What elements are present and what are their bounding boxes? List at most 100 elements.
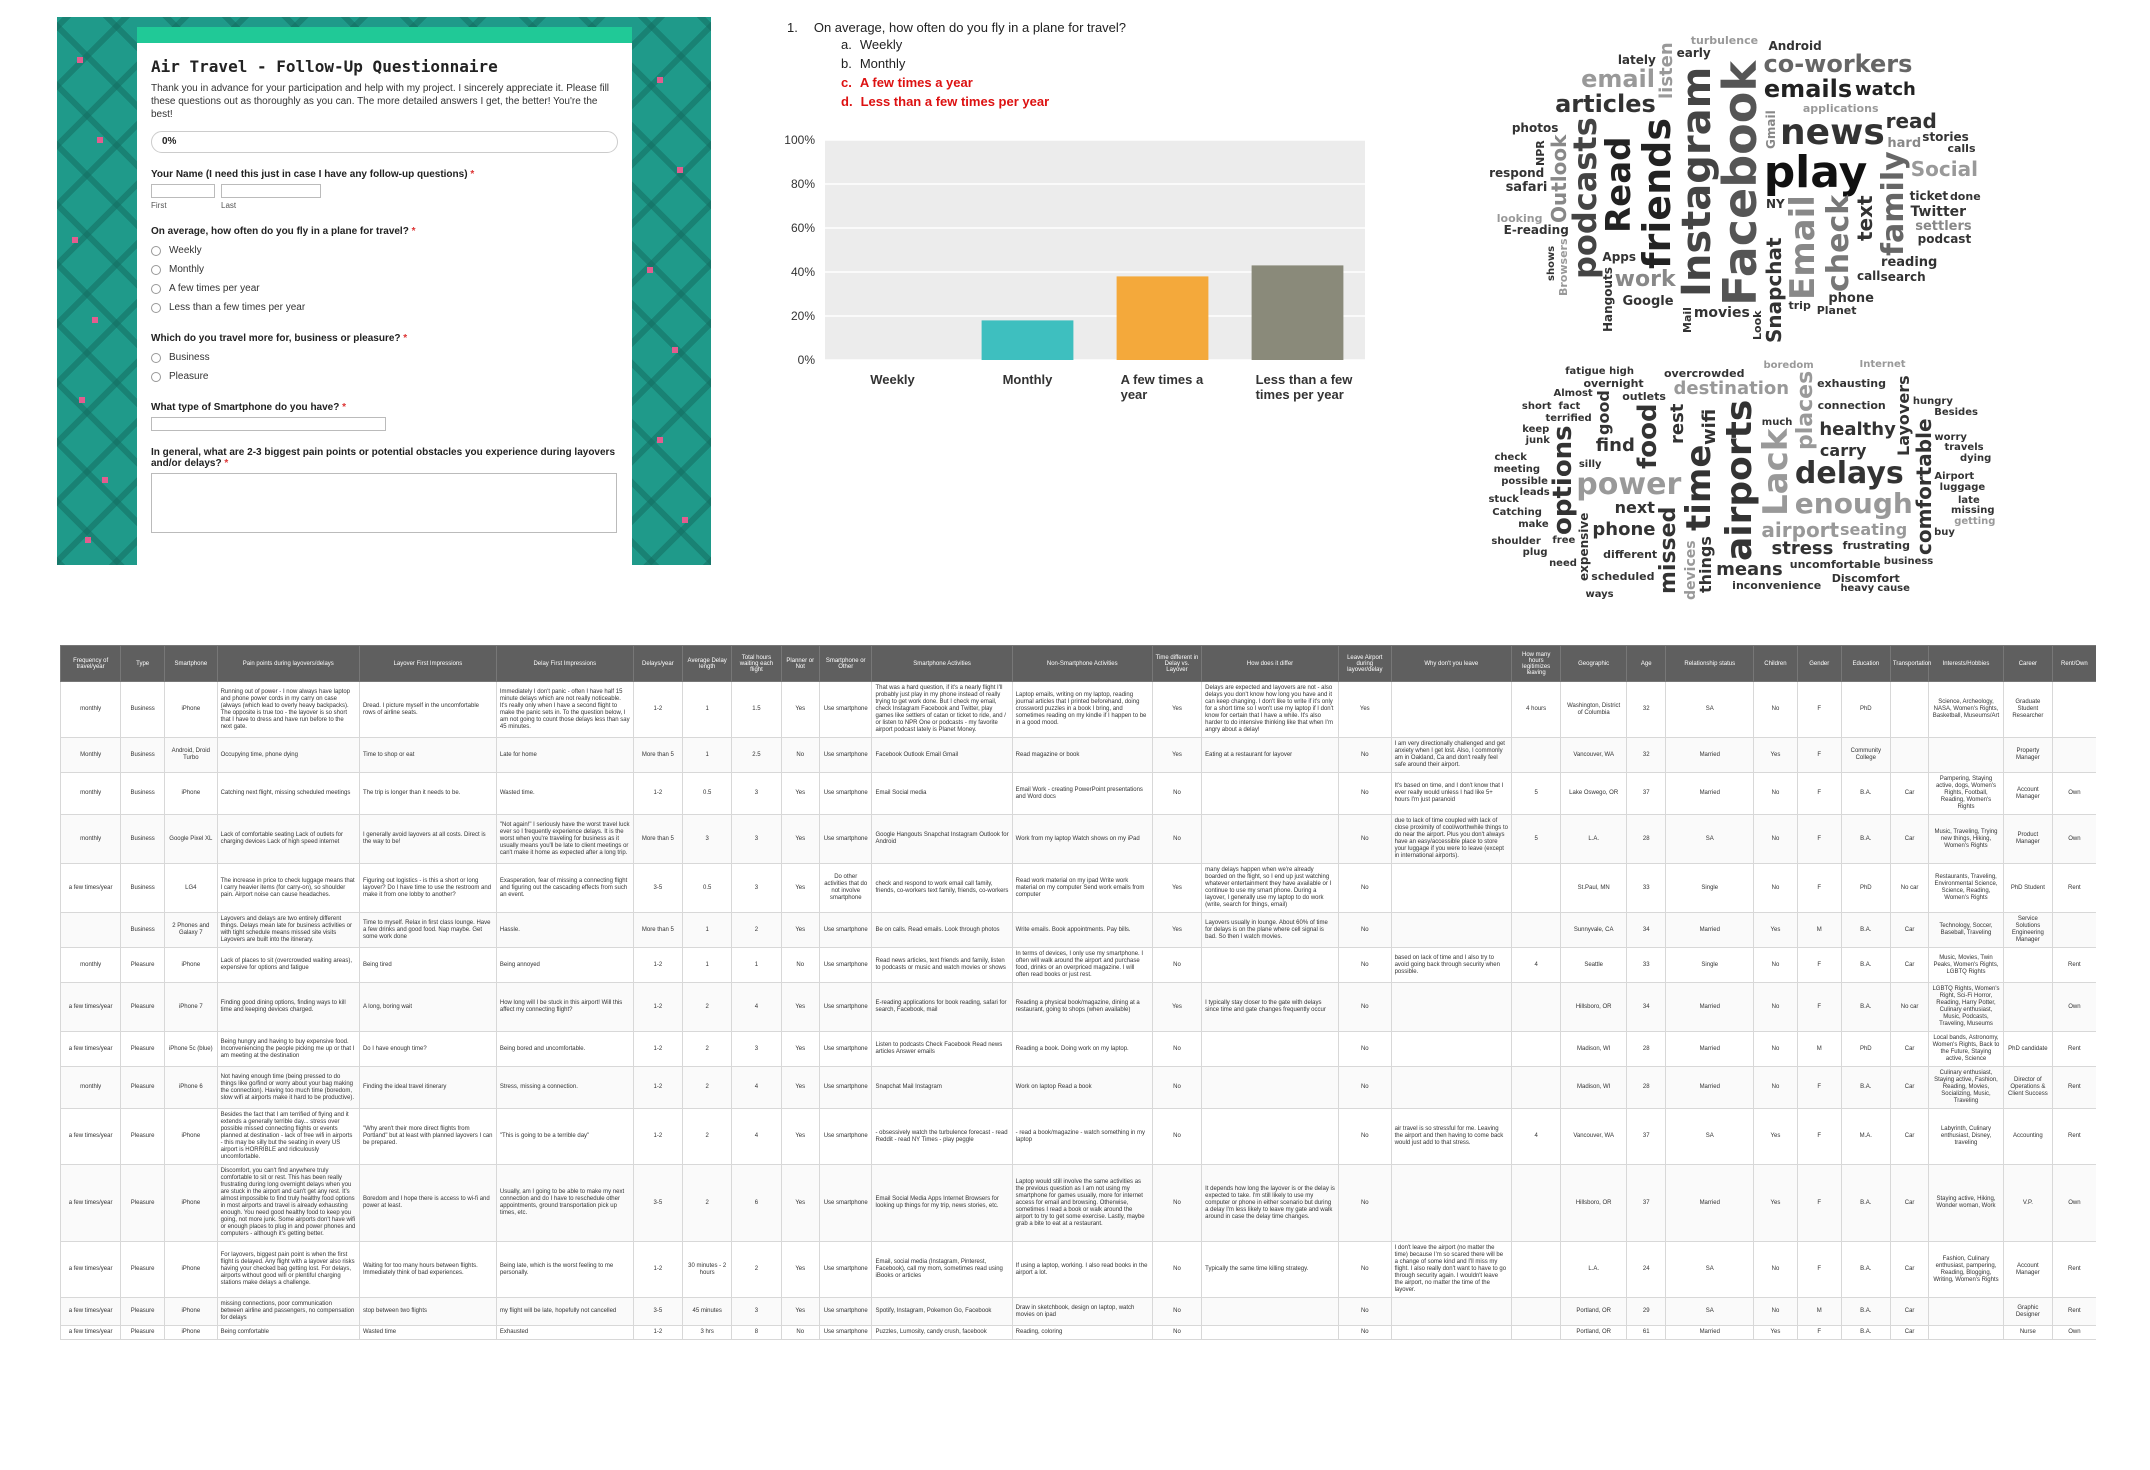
table-cell: Yes [1151, 982, 1203, 1032]
table-cell: 3-5 [632, 863, 684, 913]
cloud-word: much [1761, 416, 1793, 428]
radio-option[interactable]: A few times per year [151, 279, 618, 298]
table-cell: Car [1889, 814, 1930, 864]
table-cell: No [1338, 947, 1392, 983]
cloud-word: destination [1673, 378, 1790, 400]
table-cell: Accounting [2002, 1108, 2054, 1165]
table-cell: Lack of comfortable seating Lack of outl… [216, 814, 360, 864]
pain-points-textarea[interactable] [151, 473, 617, 533]
cloud-word: silly [1578, 458, 1602, 470]
cloud-word: podcast [1917, 231, 1972, 246]
table-row: a few times/year Pleasure iPhone missing co… [60, 1297, 2096, 1326]
table-cell: Married [1665, 912, 1755, 948]
choice-letter: a. [841, 37, 852, 52]
table-cell: "Why aren't their more direct flights fr… [358, 1108, 497, 1165]
cloud-word: podcasts [1566, 117, 1605, 280]
cloud-word: possible [1501, 476, 1548, 488]
table-cell: 4 [1511, 1108, 1562, 1165]
cloud-word: different [1603, 547, 1658, 561]
table-cell: Usually, am I going to be able to make m… [495, 1164, 634, 1242]
table-cell [1928, 1297, 2004, 1326]
table-cell: No [780, 737, 820, 773]
smartphone-input[interactable] [151, 417, 386, 431]
radio-circle[interactable] [151, 264, 161, 275]
table-cell: 1-2 [632, 681, 684, 738]
table-cell: No [1753, 1031, 1798, 1067]
table-cell: No [1753, 814, 1798, 864]
word-cloud-activities: Facebook Instagram play friends Email news Rea… [1478, 18, 2002, 348]
cloud-word: work [1614, 266, 1676, 292]
table-cell: 5 [1511, 814, 1562, 864]
table-cell: Yes [780, 814, 820, 864]
table-cell: Yes [780, 1241, 820, 1298]
table-cell [1511, 737, 1562, 773]
radio-circle[interactable] [151, 352, 161, 363]
radio-option[interactable]: Monthly [151, 260, 618, 279]
radio-circle[interactable] [151, 371, 161, 382]
table-cell: Portland, OR [1560, 1325, 1628, 1340]
cloud-word: emails [1763, 74, 1853, 103]
table-cell: No [1338, 1164, 1392, 1242]
cloud-word: settlers [1915, 218, 1972, 234]
table-cell: Own [2052, 814, 2096, 864]
radio-option[interactable]: Less than a few times per year [151, 298, 618, 317]
table-cell: Use smartphone [818, 982, 873, 1032]
question-title: 1. On average, how often do you fly in a… [787, 20, 1387, 35]
table-cell: B.A. [1840, 1164, 1891, 1242]
radio-circle[interactable] [151, 302, 161, 313]
table-cell [1928, 1325, 2004, 1340]
table-cell: monthly [60, 1066, 122, 1109]
question-smartphone: What type of Smartphone do you have? * [151, 402, 347, 413]
table-cell: 1-2 [632, 1325, 684, 1340]
cloud-word: Airport [1934, 470, 1975, 482]
table-cell [1201, 1108, 1339, 1165]
cloud-word: Discomfort [1831, 571, 1900, 585]
radio-circle[interactable] [151, 245, 161, 256]
table-cell: 1-2 [632, 772, 684, 815]
table-cell: Draw in sketchbook, design on laptop, wa… [1011, 1297, 1153, 1326]
table-cell: Occupying time, phone dying [216, 737, 360, 773]
radio-option[interactable]: Pleasure [151, 367, 618, 386]
column-header: Geographic [1560, 645, 1628, 682]
table-cell: I generally avoid layovers at all costs.… [358, 814, 497, 864]
table-cell: No [1753, 1241, 1798, 1298]
cloud-word: phone [1828, 291, 1874, 307]
table-cell: SA [1665, 1108, 1755, 1165]
table-row: Business 2 Phones and Galaxy 7 Layovers an… [60, 912, 2096, 948]
column-header: Leave Airport during layover/delay [1338, 645, 1392, 682]
table-cell [1390, 982, 1513, 1032]
cloud-word: dying [1959, 453, 1992, 465]
y-tick-label: 20% [791, 309, 815, 323]
table-cell: Discomfort, you can't find anywhere trul… [216, 1164, 360, 1242]
table-cell: For layovers, biggest pain point is when… [216, 1241, 360, 1298]
radio-circle[interactable] [151, 283, 161, 294]
table-cell: Work from my laptop Watch shows on my iP… [1011, 814, 1153, 864]
first-name-input[interactable] [151, 184, 215, 198]
cloud-word: Look [1751, 310, 1765, 340]
table-cell: Catching next flight, missing scheduled … [216, 772, 360, 815]
column-header: Time different in Delay vs. Layover [1151, 645, 1203, 682]
cloud-word: food [1632, 403, 1663, 470]
cloud-word: missing [1951, 505, 1995, 517]
column-header: Rent/Own [2052, 645, 2096, 682]
table-cell: 1.5 [731, 681, 782, 738]
cloud-word: play [1763, 146, 1868, 198]
table-cell [1390, 1325, 1513, 1340]
table-cell [1201, 772, 1339, 815]
table-cell: Graphic Designer [2002, 1297, 2054, 1326]
table-row: monthly Pleasure iPhone Lack of places to s… [60, 947, 2096, 983]
table-cell: - obsessively watch the turbulence forec… [871, 1108, 1013, 1165]
cloud-word: overcrowded [1664, 366, 1745, 380]
radio-option[interactable]: Weekly [151, 241, 618, 260]
table-cell [1889, 681, 1930, 738]
table-cell: Eating at a restaurant for layover [1201, 737, 1339, 773]
radio-option[interactable]: Business [151, 348, 618, 367]
y-tick-label: 40% [791, 265, 815, 279]
table-cell: 2 Phones and Galaxy 7 [164, 912, 218, 948]
table-cell: B.A. [1840, 947, 1891, 983]
cloud-word: Outlook [1546, 134, 1571, 224]
table-cell: Puzzles, Lumosity, candy crush, facebook [871, 1325, 1013, 1340]
answer-choice: a. Weekly [841, 35, 1387, 54]
table-cell: Yes [780, 1297, 820, 1326]
last-name-input[interactable] [221, 184, 321, 198]
